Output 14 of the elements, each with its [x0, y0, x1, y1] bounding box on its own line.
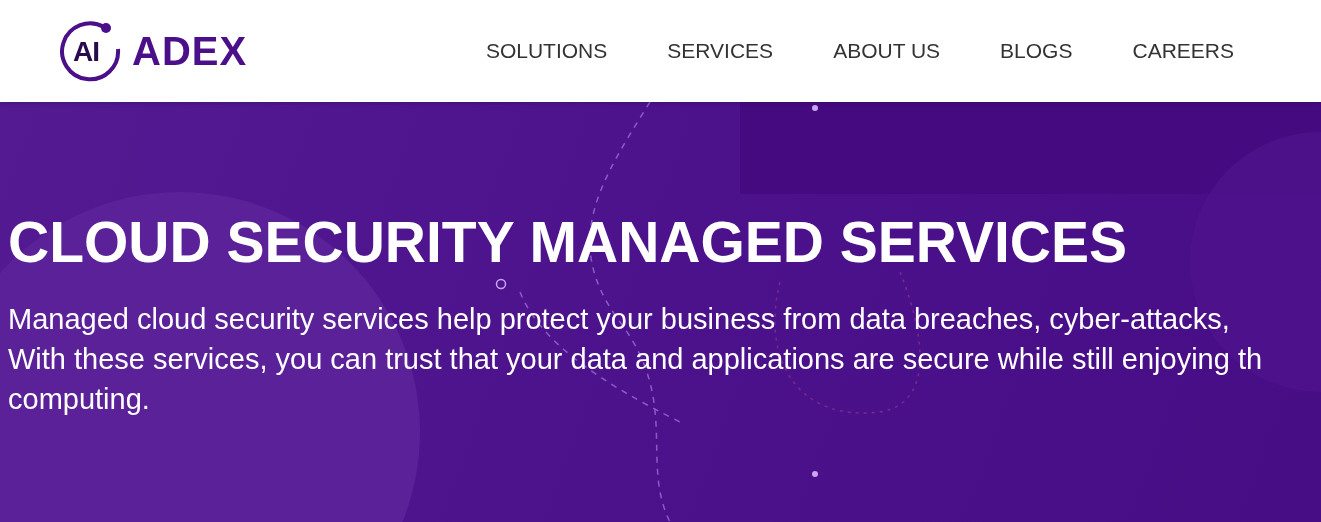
logo-mark: AI — [73, 36, 99, 68]
nav-link[interactable]: CAREERS — [1132, 39, 1234, 63]
dot-icon — [812, 105, 818, 111]
logo-name[interactable]: ADEX — [132, 28, 248, 74]
nav-link[interactable]: SOLUTIONS — [485, 39, 608, 63]
nav-link[interactable]: SERVICES — [667, 39, 774, 63]
hero-description-line: Managed cloud security services help protect your business from data breaches, cyber-attacks, — [8, 302, 1230, 337]
hero-title: CLOUD SECURITY MANAGED SERVICES — [8, 214, 1129, 271]
dot-icon — [812, 471, 818, 477]
hero-description-line: With these services, you can trust that your data and applications are secure while still enjoying th — [8, 342, 1263, 377]
nav-link[interactable]: BLOGS — [1000, 39, 1073, 63]
hero-description-line: computing. — [8, 382, 150, 417]
ring-icon — [495, 278, 507, 290]
nav-link[interactable]: ABOUT US — [833, 39, 941, 63]
